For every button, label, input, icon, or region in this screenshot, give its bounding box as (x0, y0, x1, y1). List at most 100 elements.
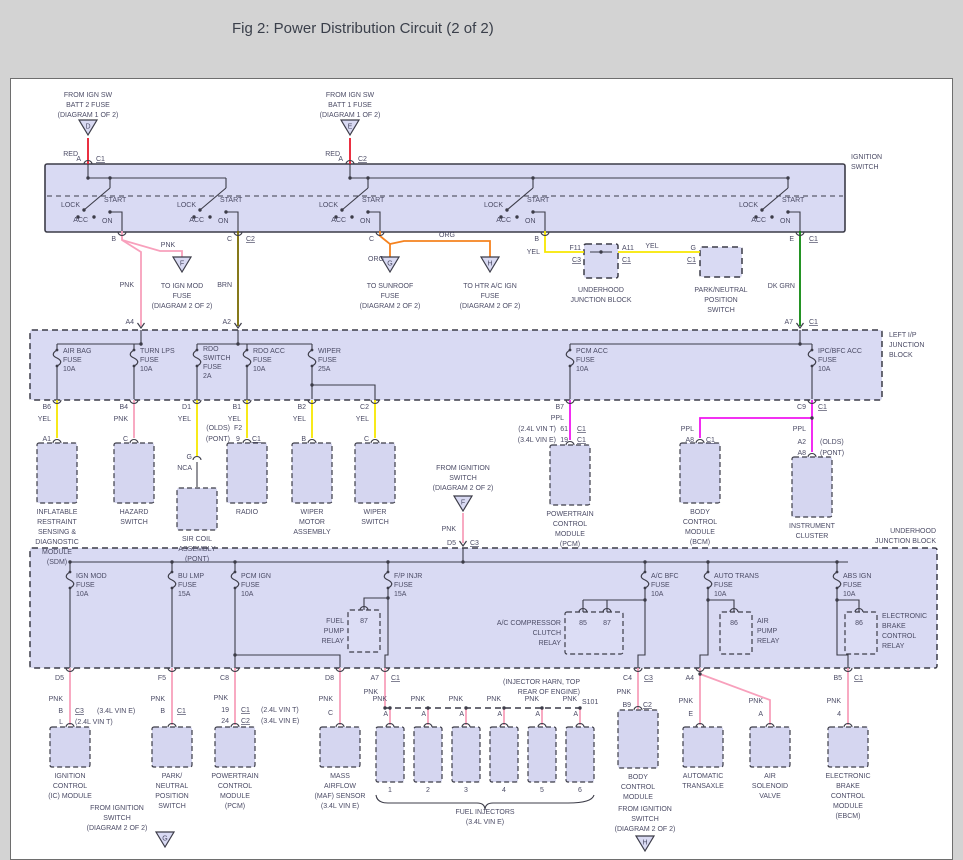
label: F5 (158, 675, 166, 682)
automatic-transaxle-box (682, 726, 724, 768)
label: PNK (364, 689, 379, 696)
label: C1 (241, 707, 250, 714)
junction-dot (698, 672, 702, 676)
label: AUTO TRANS (714, 573, 759, 580)
maf-sensor-box (319, 726, 361, 768)
fuse-end (132, 348, 136, 352)
label: IPC/BFC ACC (818, 348, 862, 355)
label: C3 (470, 540, 479, 547)
label: C (369, 236, 374, 243)
label: YEL (527, 249, 540, 256)
label: A/C BFC (651, 573, 679, 580)
label: NEUTRAL (156, 783, 189, 790)
label: FUSE (140, 357, 159, 364)
label: B9 (622, 702, 631, 709)
label: ORG (439, 232, 455, 239)
connector-g-top-letter: G (387, 261, 392, 268)
junction-dot (92, 215, 96, 219)
label: 10A (843, 591, 856, 598)
label: C8 (220, 675, 229, 682)
junction-dot (531, 210, 535, 214)
junction-dot (139, 342, 143, 346)
label: L (59, 719, 63, 726)
label: POSITION (704, 297, 737, 304)
label: B (301, 436, 306, 443)
park-neutral-switch-box-lower (151, 726, 193, 768)
label: B7 (555, 404, 564, 411)
label: ACC (496, 217, 511, 224)
label: 4 (837, 711, 841, 718)
label: FROM IGN SW (326, 92, 375, 99)
label: RELAY (882, 643, 905, 650)
ignition-switch-box (44, 163, 846, 233)
label: YEL (293, 416, 306, 423)
label: PNK (214, 695, 229, 702)
label: (2.4L VIN T) (261, 707, 299, 714)
label: JUNCTION BLOCK (570, 297, 631, 304)
label: SWITCH (361, 519, 389, 526)
label: 19 (221, 707, 229, 714)
label: PNK (442, 526, 457, 533)
label: F/P INJR (394, 573, 422, 580)
label: SWITCH (158, 803, 186, 810)
label: A7 (370, 675, 379, 682)
label: A (535, 711, 540, 718)
connector-h-bottom-letter: H (642, 840, 647, 847)
label: LOCK (319, 202, 338, 209)
label: PNK (151, 696, 166, 703)
junction-dot (366, 210, 370, 214)
fuse-end (245, 364, 249, 368)
label: 86 (855, 620, 863, 627)
label: FUSE (381, 293, 400, 300)
label: FUSE (576, 357, 595, 364)
label: C1 (818, 404, 827, 411)
label: 10A (253, 366, 266, 373)
junction-dot (599, 250, 603, 254)
label: B6 (42, 404, 51, 411)
injector-5-box (527, 726, 557, 783)
junction-dot (502, 706, 506, 710)
fuse-end (643, 570, 647, 574)
label: A8 (797, 450, 806, 457)
label: E (789, 236, 794, 243)
label: 10A (651, 591, 664, 598)
fuse-end (810, 364, 814, 368)
fuel-pump-relay-box (347, 609, 381, 653)
label: RELAY (757, 638, 780, 645)
junction-dot (386, 560, 390, 564)
ac-compressor-clutch-relay-box (564, 611, 624, 655)
ebcm-label: ELECTRONIC (825, 773, 870, 780)
pcm-box-lower (214, 726, 256, 768)
terminal-arc (192, 455, 202, 461)
label: DK GRN (768, 283, 795, 290)
radio-label: RADIO (236, 509, 259, 516)
fuse-end (310, 364, 314, 368)
label: C1 (96, 156, 105, 163)
label: (3.4L VIN E) (261, 718, 299, 725)
label: A (383, 711, 388, 718)
label: F2 (234, 425, 242, 432)
label: PNK (749, 698, 764, 705)
connector-f-top-letter: F (180, 261, 184, 268)
label: PNK (120, 282, 135, 289)
label: F11 (569, 245, 581, 252)
label: START (220, 197, 243, 204)
label: C1 (854, 675, 863, 682)
label: TURN LPS (140, 348, 175, 355)
pcm-box-upper (549, 444, 591, 506)
label: A2 (222, 319, 231, 326)
label: 10A (241, 591, 254, 598)
label: BATT 2 FUSE (66, 102, 110, 109)
label: START (104, 197, 127, 204)
label: LOCK (177, 202, 196, 209)
junction-dot (350, 215, 354, 219)
label: FROM IGN SW (64, 92, 113, 99)
label: B (111, 236, 116, 243)
label: (MAF) SENSOR (315, 793, 366, 800)
bcm-lower-label: BODY (628, 774, 648, 781)
left-ip-junction-block (29, 329, 883, 401)
transaxle-label: AUTOMATIC (683, 773, 724, 780)
label: 10A (576, 366, 589, 373)
fuse-end (233, 586, 237, 590)
label: TRANSAXLE (682, 783, 724, 790)
